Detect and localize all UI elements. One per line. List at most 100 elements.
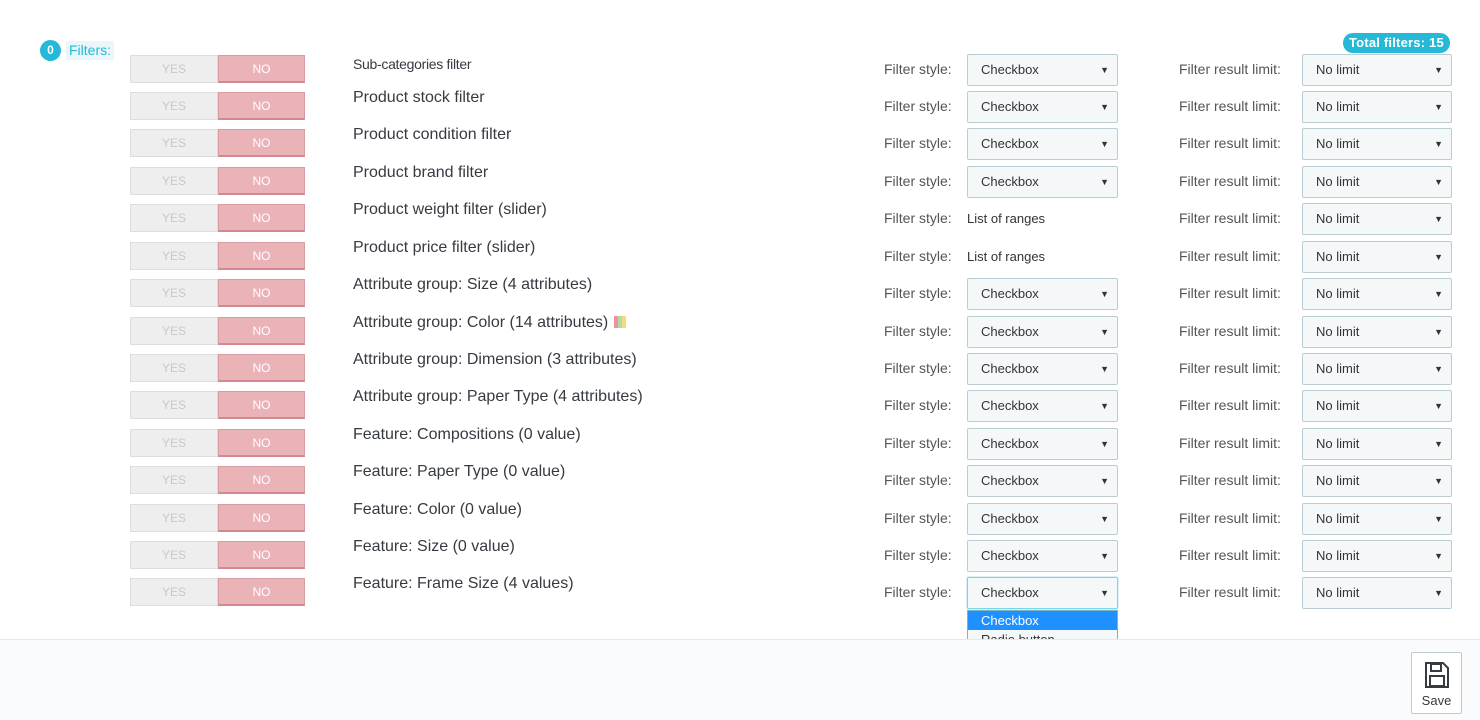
toggle-no-option[interactable]: NO [218,466,305,494]
filter-style-select[interactable]: Checkbox ▼ [967,54,1118,86]
filter-style-select[interactable]: Checkbox ▼ [967,540,1118,572]
toggle-no-option[interactable]: NO [218,55,305,83]
toggle-no-option[interactable]: NO [218,354,305,382]
toggle-yes-option[interactable]: YES [130,578,218,606]
filter-limit-select[interactable]: No limit ▼ [1302,54,1452,86]
toggle-no-option[interactable]: NO [218,429,305,457]
filter-name: Product brand filter [353,164,488,182]
filter-limit-select[interactable]: No limit ▼ [1302,390,1452,422]
enable-toggle[interactable]: YES NO [130,391,305,419]
filter-style-select[interactable]: Checkbox ▼ [967,128,1118,160]
enable-toggle[interactable]: YES NO [130,354,305,382]
filter-style-select[interactable]: Checkbox ▼ [967,316,1118,348]
enable-toggle[interactable]: YES NO [130,429,305,457]
save-button[interactable]: Save [1411,652,1462,714]
toggle-yes-option[interactable]: YES [130,354,218,382]
toggle-yes-option[interactable]: YES [130,92,218,120]
toggle-yes-option[interactable]: YES [130,317,218,345]
toggle-no-option[interactable]: NO [218,242,305,270]
filter-limit-select[interactable]: No limit ▼ [1302,203,1452,235]
enable-toggle[interactable]: YES NO [130,167,305,195]
filters-panel: 0 Filters: Total filters: 15 YES NO Sub-ca… [0,0,1480,668]
filter-limit-value: No limit [1316,62,1360,77]
toggle-yes-option[interactable]: YES [130,279,218,307]
toggle-yes-option[interactable]: YES [130,541,218,569]
enable-toggle[interactable]: YES NO [130,504,305,532]
toggle-yes-option[interactable]: YES [130,504,218,532]
filter-limit-select[interactable]: No limit ▼ [1302,166,1452,198]
toggle-yes-option[interactable]: YES [130,242,218,270]
filter-style-select[interactable]: Checkbox ▼ [967,577,1118,609]
toggle-no-option[interactable]: NO [218,317,305,345]
toggle-no-option[interactable]: NO [218,504,305,532]
filter-style-select[interactable]: Checkbox ▼ [967,353,1118,385]
filter-limit-label: Filter result limit: [1179,584,1281,600]
filter-limit-select[interactable]: No limit ▼ [1302,278,1452,310]
toggle-no-option[interactable]: NO [218,204,305,232]
toggle-no-option[interactable]: NO [218,167,305,195]
filter-limit-select[interactable]: No limit ▼ [1302,316,1452,348]
toggle-no-option[interactable]: NO [218,129,305,157]
enable-toggle[interactable]: YES NO [130,541,305,569]
filter-name-text: Feature: Frame Size (4 values) [353,575,574,592]
filter-limit-select[interactable]: No limit ▼ [1302,577,1452,609]
enable-toggle[interactable]: YES NO [130,55,305,83]
filter-style-select[interactable]: Checkbox ▼ [967,503,1118,535]
filter-style-select[interactable]: Checkbox ▼ [967,278,1118,310]
filter-limit-select[interactable]: No limit ▼ [1302,128,1452,160]
filter-limit-select[interactable]: No limit ▼ [1302,241,1452,273]
toggle-yes-option[interactable]: YES [130,391,218,419]
toggle-no-option[interactable]: NO [218,391,305,419]
enable-toggle[interactable]: YES NO [130,242,305,270]
filter-limit-value: No limit [1316,511,1360,526]
toggle-yes-option[interactable]: YES [130,167,218,195]
caret-down-icon: ▼ [1434,327,1443,337]
caret-down-icon: ▼ [1100,439,1109,449]
filter-row: YES NO Feature: Size (0 value) Filter style… [0,538,1480,572]
enable-toggle[interactable]: YES NO [130,92,305,120]
filter-style-select[interactable]: Checkbox ▼ [967,91,1118,123]
filter-style-select[interactable]: Checkbox ▼ [967,390,1118,422]
filter-name-text: Attribute group: Color (14 attributes) [353,314,609,331]
filter-style-value: Checkbox [981,324,1039,339]
filter-style-select[interactable]: Checkbox ▼ [967,166,1118,198]
filter-limit-select[interactable]: No limit ▼ [1302,540,1452,572]
filter-name: Product condition filter [353,126,511,144]
filter-limit-select[interactable]: No limit ▼ [1302,465,1452,497]
filter-name: Product weight filter (slider) [353,201,547,219]
enable-toggle[interactable]: YES NO [130,279,305,307]
filter-style-select[interactable]: Checkbox ▼ [967,428,1118,460]
toggle-yes-option[interactable]: YES [130,429,218,457]
toggle-yes-option[interactable]: YES [130,55,218,83]
filter-row: YES NO Product brand filter Filter style: Ch… [0,164,1480,198]
caret-down-icon: ▼ [1100,588,1109,598]
filter-limit-select[interactable]: No limit ▼ [1302,428,1452,460]
filter-limit-label: Filter result limit: [1179,472,1281,488]
filter-name: Attribute group: Dimension (3 attributes… [353,351,637,369]
enable-toggle[interactable]: YES NO [130,578,305,606]
filter-name-text: Attribute group: Paper Type (4 attribute… [353,388,643,405]
enable-toggle[interactable]: YES NO [130,466,305,494]
toggle-no-option[interactable]: NO [218,279,305,307]
caret-down-icon: ▼ [1434,401,1443,411]
filter-name-text: Product brand filter [353,164,489,181]
toggle-no-option[interactable]: NO [218,578,305,606]
toggle-no-option[interactable]: NO [218,92,305,120]
dropdown-option[interactable]: Checkbox [968,611,1117,630]
filter-limit-select[interactable]: No limit ▼ [1302,353,1452,385]
toggle-yes-option[interactable]: YES [130,204,218,232]
filter-style-label: Filter style: [884,472,952,488]
filter-limit-select[interactable]: No limit ▼ [1302,503,1452,535]
toggle-yes-option[interactable]: YES [130,466,218,494]
toggle-yes-option[interactable]: YES [130,129,218,157]
enable-toggle[interactable]: YES NO [130,317,305,345]
filter-style-label: Filter style: [884,210,952,226]
enable-toggle[interactable]: YES NO [130,129,305,157]
filter-row: YES NO Feature: Color (0 value) Filter styl… [0,501,1480,535]
filter-style-select[interactable]: Checkbox ▼ [967,465,1118,497]
toggle-no-option[interactable]: NO [218,541,305,569]
enable-toggle[interactable]: YES NO [130,204,305,232]
filter-limit-select[interactable]: No limit ▼ [1302,91,1452,123]
filter-style-value: Checkbox [981,548,1039,563]
filter-style-static: List of ranges [967,249,1046,264]
